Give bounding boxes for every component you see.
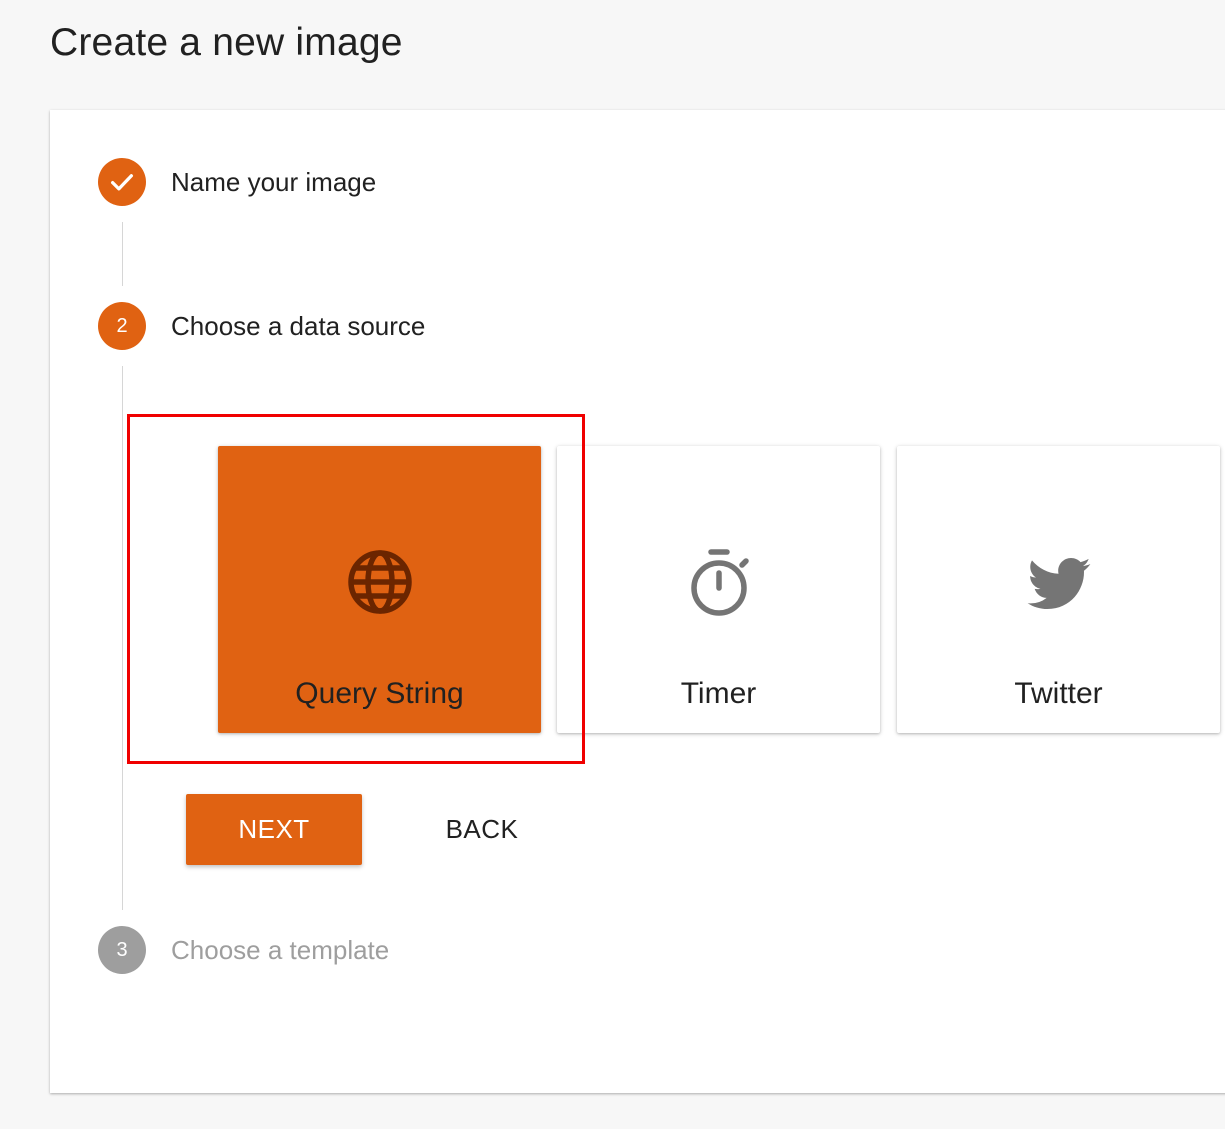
step-2-indicator[interactable]: 2 — [98, 302, 146, 350]
step-connector-1 — [122, 222, 123, 286]
next-button[interactable]: NEXT — [186, 794, 362, 865]
option-label: Twitter — [1014, 677, 1103, 710]
data-source-query-string[interactable]: Query String — [218, 446, 541, 733]
back-button[interactable]: BACK — [410, 794, 554, 865]
page-title: Create a new image — [50, 21, 403, 64]
globe-icon — [347, 550, 412, 614]
check-icon — [111, 174, 133, 191]
option-label: Query String — [295, 677, 464, 710]
step-1-indicator[interactable] — [98, 158, 146, 206]
data-source-twitter[interactable]: Twitter — [897, 446, 1220, 733]
data-source-timer[interactable]: Timer — [557, 446, 880, 733]
option-label: Timer — [680, 677, 757, 710]
twitter-icon — [1027, 558, 1090, 609]
step-3-indicator[interactable]: 3 — [98, 926, 146, 974]
step-2-label[interactable]: Choose a data source — [171, 309, 425, 343]
step-1-label[interactable]: Name your image — [171, 165, 376, 199]
timer-icon — [690, 549, 749, 616]
step-3-label[interactable]: Choose a template — [171, 933, 389, 967]
step-connector-2 — [122, 366, 123, 910]
step-2-number: 2 — [116, 314, 128, 337]
step-3-number: 3 — [116, 938, 128, 961]
